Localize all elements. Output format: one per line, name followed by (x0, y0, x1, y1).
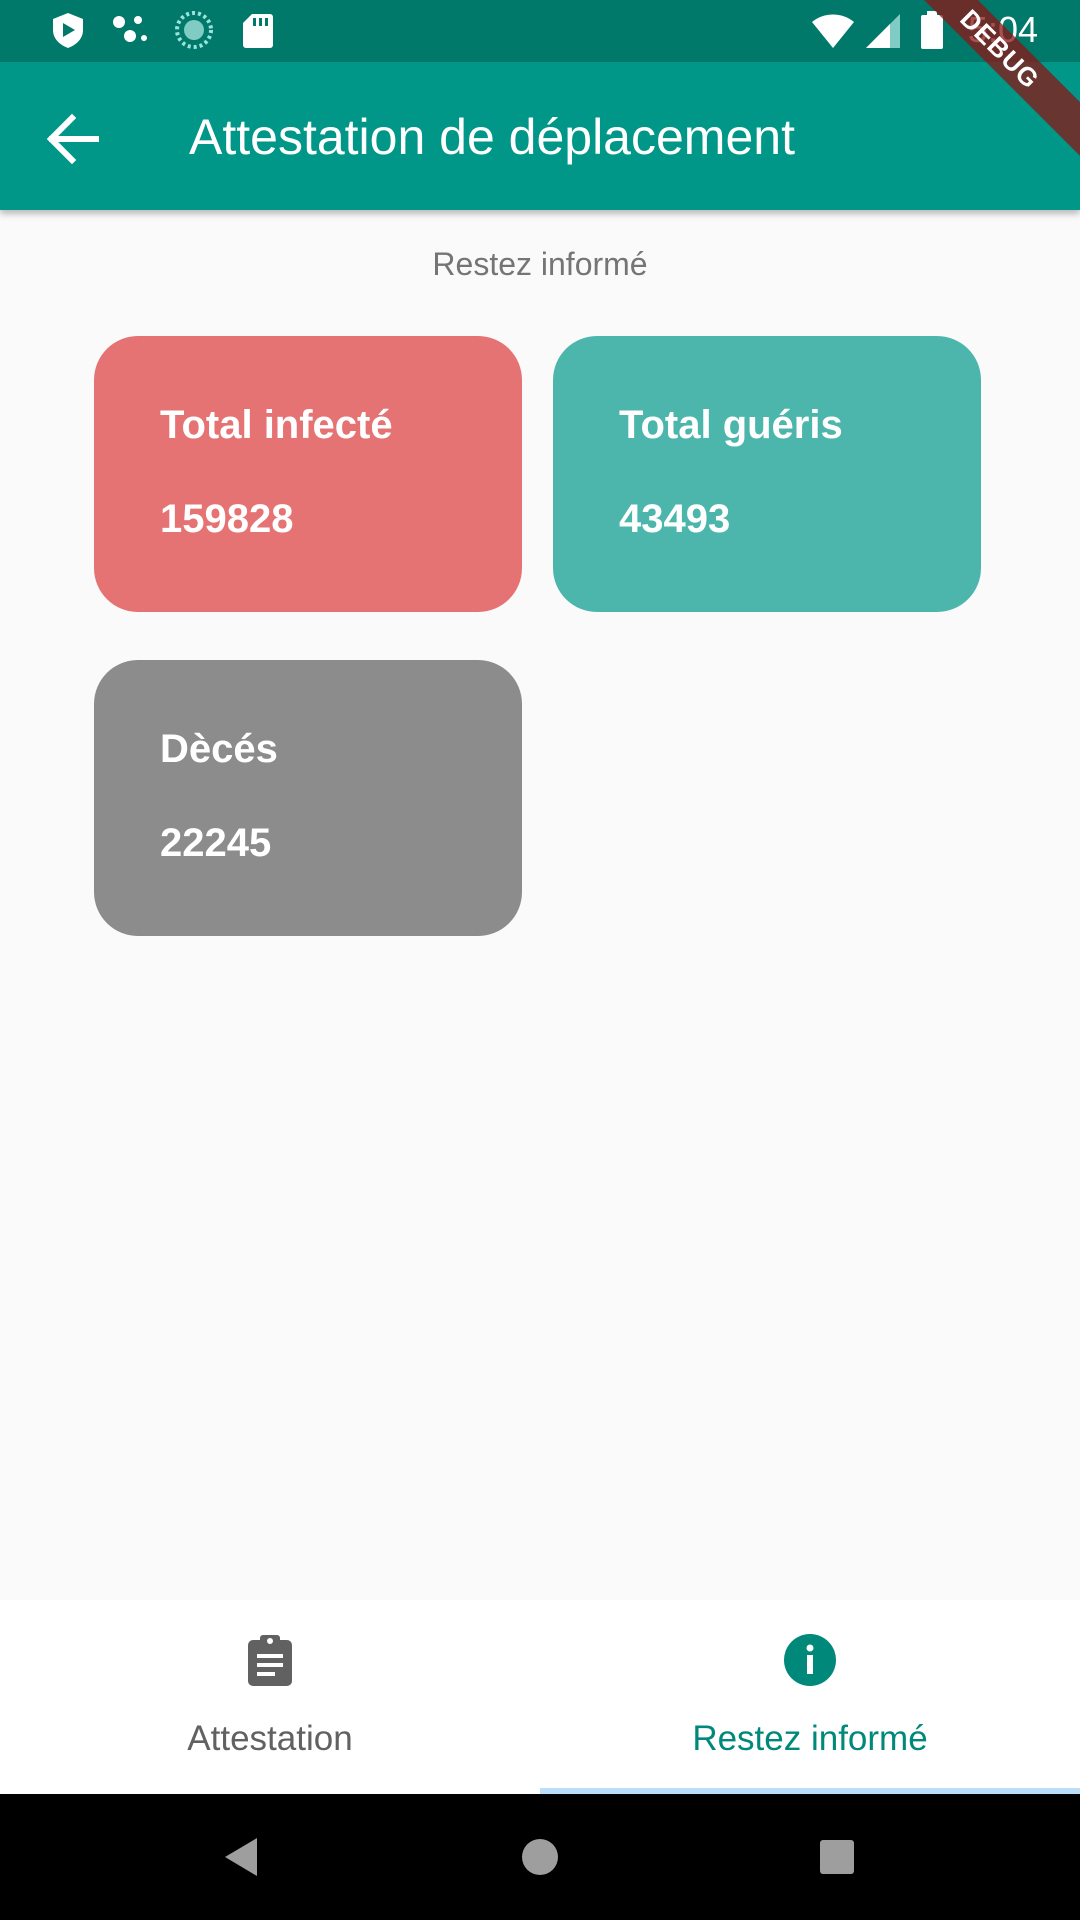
card-label: Total infecté (160, 403, 393, 447)
stat-card-recovered: Total guéris 43493 (553, 336, 981, 612)
nav-label-restez-informe: Restez informé (692, 1719, 928, 1758)
bottom-navigation: Attestation Restez informé (0, 1600, 1080, 1794)
nav-label-attestation: Attestation (187, 1719, 353, 1758)
signal-icon (866, 14, 900, 48)
card-value: 43493 (619, 497, 731, 541)
card-value: 22245 (160, 821, 272, 865)
sync-icon (175, 11, 213, 49)
arrow-back-icon[interactable] (38, 104, 108, 174)
card-value: 159828 (160, 497, 294, 541)
app-title: Attestation de déplacement (189, 109, 795, 165)
section-title: Restez informé (432, 246, 648, 282)
info-icon (784, 1634, 836, 1686)
app-bar: Attestation de déplacement (0, 62, 1080, 210)
system-navigation-bar (0, 1794, 1080, 1920)
sd-card-icon (243, 14, 273, 48)
card-label: Total guéris (619, 403, 843, 447)
stat-card-infected: Total infecté 159828 (94, 336, 522, 612)
dots-icon (113, 16, 147, 42)
nav-item-attestation[interactable]: Attestation (0, 1600, 540, 1794)
status-bar: 5:04 (0, 0, 1080, 62)
wifi-icon (812, 14, 854, 48)
shield-icon (53, 13, 83, 48)
stat-card-deaths: Dècés 22245 (94, 660, 522, 936)
home-circle-icon[interactable] (515, 1832, 565, 1882)
recents-square-icon[interactable] (812, 1832, 862, 1882)
card-label: Dècés (160, 727, 278, 771)
clipboard-icon (248, 1635, 292, 1686)
back-triangle-icon[interactable] (217, 1832, 267, 1882)
nav-item-restez-informe[interactable]: Restez informé (540, 1600, 1080, 1794)
